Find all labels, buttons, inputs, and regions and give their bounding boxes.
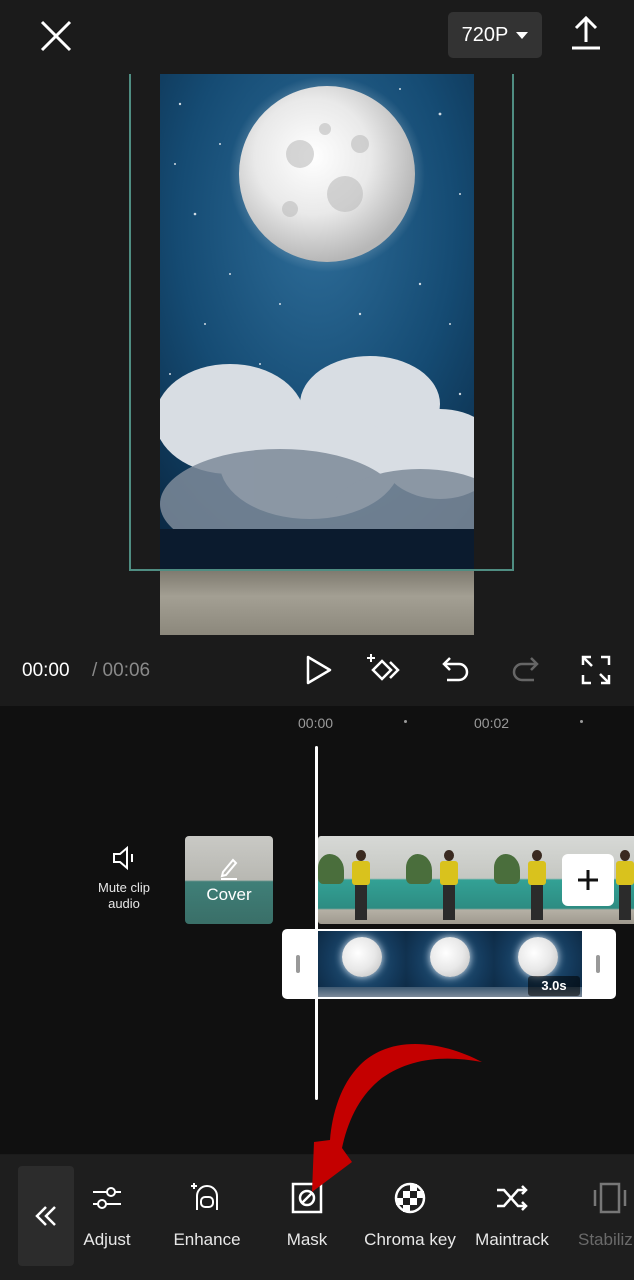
close-icon	[40, 20, 72, 52]
fullscreen-icon	[581, 655, 611, 685]
tool-adjust[interactable]: Adjust	[57, 1180, 157, 1250]
tool-label: Maintrack	[475, 1230, 549, 1249]
keyframe-icon	[367, 654, 400, 681]
enhance-face-icon	[191, 1183, 218, 1210]
current-time: 00:00	[22, 660, 70, 681]
tool-label: Chroma key	[364, 1230, 456, 1249]
redo-icon	[512, 657, 539, 682]
close-button[interactable]	[34, 14, 78, 58]
clip-duration-badge: 3.0s	[528, 976, 580, 996]
tool-label: Enhance	[173, 1230, 241, 1249]
resolution-dropdown[interactable]: 720P	[448, 12, 542, 58]
ground-strip-image	[160, 571, 474, 635]
sliders-icon	[93, 1187, 121, 1209]
play-button[interactable]	[300, 652, 336, 688]
plus-icon	[578, 870, 598, 890]
undo-button[interactable]	[437, 652, 473, 688]
add-keyframe-button[interactable]	[366, 652, 402, 688]
speaker-icon	[113, 845, 133, 871]
tool-label: Mask	[286, 1230, 328, 1249]
tool-label: Stabiliz	[578, 1230, 633, 1249]
shuffle-icon	[497, 1185, 528, 1211]
tool-enhance[interactable]: Enhance	[157, 1180, 257, 1250]
add-clip-button[interactable]	[562, 854, 614, 906]
clip-trim-handle-right[interactable]	[596, 955, 600, 973]
total-time: / 00:06	[92, 660, 151, 681]
caret-down-icon	[516, 31, 529, 39]
clip-thumbnail	[406, 931, 494, 997]
time-ruler-dot	[580, 720, 583, 723]
upload-icon	[572, 15, 600, 50]
clip-thumbnail	[318, 836, 406, 924]
red-annotation-arrow	[312, 1043, 482, 1192]
mute-clip-audio-label: Mute clip audio	[97, 880, 151, 911]
time-ruler-label: 00:02	[474, 715, 510, 731]
fullscreen-button[interactable]	[578, 652, 614, 688]
play-icon	[306, 655, 332, 685]
canvas-frame	[129, 74, 514, 571]
resolution-value: 720P	[461, 23, 509, 46]
export-button[interactable]	[566, 14, 606, 54]
stabilize-icon	[593, 1182, 627, 1214]
tool-label: Adjust	[83, 1230, 131, 1249]
double-chevron-left-icon	[35, 1206, 56, 1226]
clip-trim-handle-left[interactable]	[296, 955, 300, 973]
mute-clip-audio-button[interactable]: Mute clip audio	[88, 842, 160, 912]
cover-label: Cover	[206, 885, 252, 904]
clip-thumbnail	[406, 836, 494, 924]
clip-thumbnail	[318, 931, 406, 997]
time-ruler-dot	[404, 720, 407, 723]
tool-stabilize[interactable]: Stabiliz	[564, 1180, 634, 1250]
cover-button[interactable]: Cover	[185, 836, 273, 924]
time-ruler-label: 00:00	[298, 715, 334, 731]
edit-pencil-icon	[220, 858, 238, 880]
redo-button[interactable]	[508, 652, 544, 688]
undo-icon	[442, 657, 469, 682]
